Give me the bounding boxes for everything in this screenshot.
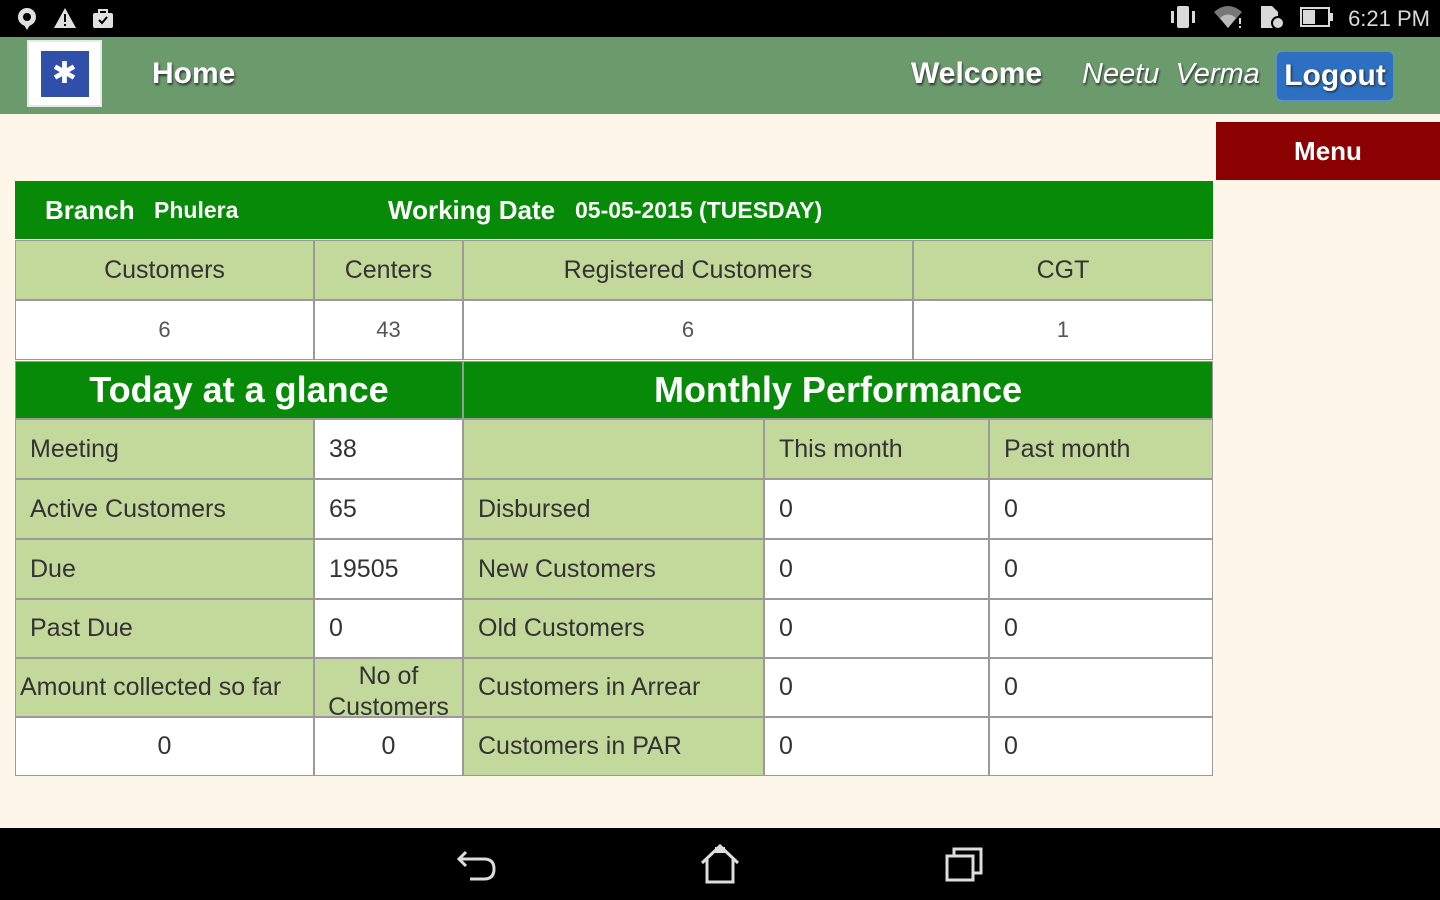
vibrate-icon: [1168, 4, 1198, 34]
today-value-past-due: 0: [314, 599, 463, 658]
branch-bar: Branch Phulera Working Date 05-05-2015 (…: [15, 181, 1213, 239]
branch-value: Phulera: [154, 197, 239, 223]
monthly-past-disbursed: 0: [989, 479, 1213, 539]
menu-button[interactable]: Menu: [1216, 122, 1440, 180]
shopping-bag-icon: [90, 6, 116, 30]
monthly-this-disbursed: 0: [764, 479, 989, 539]
wifi-icon: [1212, 4, 1244, 34]
logout-button[interactable]: Logout: [1276, 51, 1394, 101]
monthly-performance-title: Monthly Performance: [463, 361, 1213, 419]
today-label-due: Due: [15, 539, 314, 599]
working-date-value: 05-05-2015 (TUESDAY): [575, 197, 823, 223]
today-label-meeting: Meeting: [15, 419, 314, 479]
amount-collected-value: 0: [15, 717, 314, 776]
back-icon[interactable]: [454, 842, 502, 886]
summary-header-customers: Customers: [15, 240, 314, 300]
monthly-header-this-month: This month: [764, 419, 989, 479]
user-name: Neetu Verma: [1082, 58, 1260, 90]
summary-header-registered-customers: Registered Customers: [463, 240, 913, 300]
status-right-icons: 6:21 PM: [1168, 4, 1430, 34]
monthly-header-blank: [463, 419, 764, 479]
today-label-active-customers: Active Customers: [15, 479, 314, 539]
welcome-label: Welcome: [911, 57, 1043, 90]
status-bar: 6:21 PM: [0, 0, 1440, 37]
recent-apps-icon[interactable]: [940, 842, 988, 886]
home-link[interactable]: Home: [152, 57, 235, 91]
monthly-this-new-customers: 0: [764, 539, 989, 599]
app-logo[interactable]: ✱: [27, 40, 102, 107]
home-icon[interactable]: [696, 842, 744, 886]
monthly-this-customers-in-par: 0: [764, 717, 989, 776]
no-of-customers-value: 0: [314, 717, 463, 776]
location-icon: [14, 6, 40, 30]
monthly-this-old-customers: 0: [764, 599, 989, 658]
today-value-meeting: 38: [314, 419, 463, 479]
status-left-icons: [14, 6, 116, 30]
today-value-due: 19505: [314, 539, 463, 599]
today-label-past-due: Past Due: [15, 599, 314, 658]
status-time: 6:21 PM: [1348, 6, 1430, 31]
monthly-label-customers-in-arrear: Customers in Arrear: [463, 658, 764, 717]
today-value-active-customers: 65: [314, 479, 463, 539]
working-date-label: Working Date: [388, 195, 556, 225]
app-header: ✱ Home Welcome Neetu Verma Logout: [0, 37, 1440, 114]
monthly-label-customers-in-par: Customers in PAR: [463, 717, 764, 776]
monthly-this-customers-in-arrear: 0: [764, 658, 989, 717]
monthly-header-past-month: Past month: [989, 419, 1213, 479]
navigation-bar: [0, 828, 1440, 900]
monthly-past-old-customers: 0: [989, 599, 1213, 658]
no-of-customers-label: No of Customers: [314, 658, 463, 717]
monthly-label-old-customers: Old Customers: [463, 599, 764, 658]
monthly-label-new-customers: New Customers: [463, 539, 764, 599]
branch-label: Branch: [45, 195, 135, 225]
monthly-label-disbursed: Disbursed: [463, 479, 764, 539]
battery-icon: [1300, 6, 1334, 32]
monthly-past-customers-in-arrear: 0: [989, 658, 1213, 717]
summary-value-centers: 43: [314, 300, 463, 360]
summary-value-cgt: 1: [913, 300, 1213, 360]
summary-header-cgt: CGT: [913, 240, 1213, 300]
summary-header-centers: Centers: [314, 240, 463, 300]
monthly-past-customers-in-par: 0: [989, 717, 1213, 776]
summary-value-registered-customers: 6: [463, 300, 913, 360]
warning-icon: [52, 6, 78, 30]
logo-star-icon: ✱: [40, 50, 89, 97]
today-at-a-glance-title: Today at a glance: [15, 361, 463, 419]
sim-icon: [1258, 4, 1286, 34]
monthly-past-new-customers: 0: [989, 539, 1213, 599]
amount-collected-label: Amount collected so far: [15, 658, 314, 717]
summary-value-customers: 6: [15, 300, 314, 360]
